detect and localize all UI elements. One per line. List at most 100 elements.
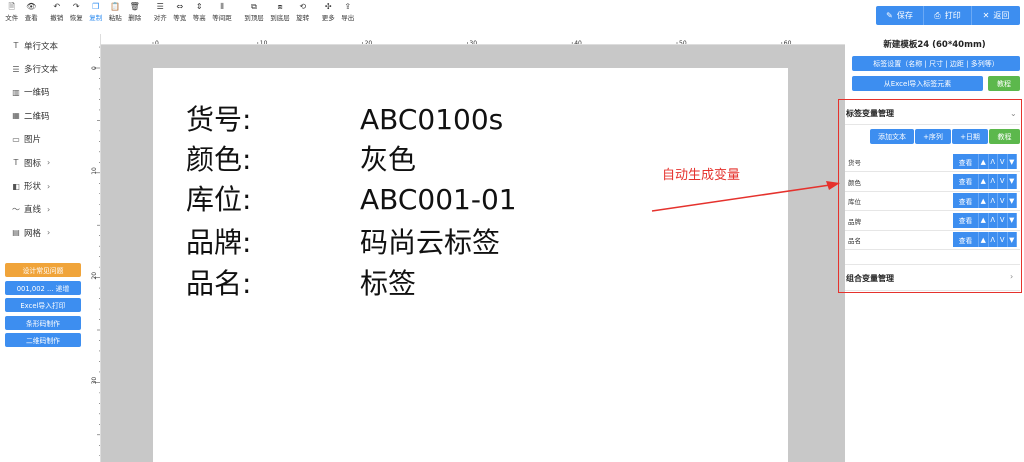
label-row[interactable]: 品牌: 码尚云标签 [186, 226, 500, 259]
toolbar-rotate-button[interactable]: ⟲ 旋转 [293, 0, 313, 28]
sidebar-action-button[interactable]: 二维码制作 [5, 333, 81, 347]
sidebar-item-image[interactable]: ▭ 图片 [0, 128, 88, 151]
label-row[interactable]: 品名: 标签 [186, 267, 416, 300]
toolbar-paste-button[interactable]: 📋 粘贴 [106, 0, 126, 28]
undo-icon: ↶ [53, 2, 61, 11]
move-up-icon[interactable]: Λ [988, 193, 998, 208]
copy-icon: ❐ [92, 2, 100, 11]
grid-icon: ▤ [12, 228, 20, 238]
view-variable-button[interactable]: 查看 [953, 173, 979, 189]
move-up-icon[interactable]: Λ [988, 154, 998, 169]
move-bottom-icon[interactable]: ▼ [1007, 212, 1017, 228]
move-down-icon[interactable]: V [998, 173, 1008, 189]
move-top-icon[interactable]: ▲ [979, 173, 989, 189]
sidebar-item-glyph[interactable]: T 图标 › [0, 151, 88, 174]
label-key[interactable]: 品名: [186, 267, 251, 300]
eye-icon: 👁 [26, 2, 37, 11]
chevron-down-icon[interactable]: ⌄ [1010, 109, 1017, 118]
save-button[interactable]: ✎ 保存 [876, 6, 924, 25]
equal-width-icon: ⇔ [176, 2, 184, 11]
label-settings-button[interactable]: 标签设置（名称 | 尺寸 | 边距 | 多列等） [852, 56, 1020, 71]
sidebar-action-button[interactable]: 条形码制作 [5, 315, 81, 330]
toolbar-eye-button[interactable]: 👁 查看 [22, 0, 42, 28]
view-variable-button[interactable]: 查看 [953, 193, 979, 208]
sidebar-item-text[interactable]: T 单行文本 [0, 34, 88, 57]
toolbar-copy-button[interactable]: ❐ 复制 [86, 0, 106, 28]
sidebar-item-multiline-text[interactable]: ☰ 多行文本 [0, 57, 88, 80]
move-top-icon[interactable]: ▲ [979, 232, 989, 247]
toolbar-equal-height-button[interactable]: ⇕ 等高 [190, 0, 210, 28]
image-icon: ▭ [12, 134, 20, 144]
label-value[interactable]: 标签 [360, 268, 416, 300]
sidebar-action-button[interactable]: 001,002 ... 递增 [5, 280, 81, 295]
tutorial-button[interactable]: 教程 [988, 76, 1020, 91]
move-bottom-icon[interactable]: ▼ [1007, 154, 1017, 169]
label-row[interactable]: 货号: ABC0100s [186, 103, 503, 136]
toolbar-label: 查看 [24, 14, 38, 22]
variable-actions: 查看 ▲ Λ V ▼ [953, 173, 1017, 189]
view-variable-button[interactable]: 查看 [953, 232, 979, 247]
move-down-icon[interactable]: V [998, 232, 1008, 247]
label-key[interactable]: 品牌: [186, 226, 251, 259]
add-text-button[interactable]: 添加文本 [870, 129, 914, 144]
toolbar-export-button[interactable]: ⇪ 导出 [338, 0, 358, 28]
multiline-text-icon: ☰ [12, 64, 20, 74]
import-excel-button[interactable]: 从Excel导入标签元素 [852, 76, 983, 91]
toolbar-send-back-button[interactable]: ⧈ 到底层 [267, 0, 293, 28]
var-tutorial-button[interactable]: 教程 [989, 129, 1020, 144]
sidebar-item-barcode[interactable]: ▥ 一维码 [0, 81, 88, 104]
toolbar-more-button[interactable]: ✣ 更多 [319, 0, 339, 28]
sidebar-item-label: 二维码 [24, 111, 50, 122]
move-down-icon[interactable]: V [998, 212, 1008, 228]
sidebar-item-shape[interactable]: ◧ 形状 › [0, 174, 88, 197]
label-value[interactable]: 码尚云标签 [360, 227, 500, 259]
move-bottom-icon[interactable]: ▼ [1007, 173, 1017, 189]
toolbar-equal-width-button[interactable]: ⇔ 等宽 [170, 0, 190, 28]
variable-name: 颜色 [848, 178, 861, 187]
back-button[interactable]: ✕ 返回 [972, 6, 1020, 25]
view-variable-button[interactable]: 查看 [953, 154, 979, 169]
toolbar-equal-spacing-button[interactable]: ⫴ 等间距 [209, 0, 235, 28]
move-bottom-icon[interactable]: ▼ [1007, 232, 1017, 247]
move-top-icon[interactable]: ▲ [979, 154, 989, 169]
toolbar-file-button[interactable]: 🗎 文件 [2, 0, 22, 28]
print-button[interactable]: ⎙ 打印 [924, 6, 972, 25]
move-down-icon[interactable]: V [998, 154, 1008, 169]
more-icon: ✣ [324, 2, 332, 11]
sidebar-item-qrcode[interactable]: ▦ 二维码 [0, 104, 88, 127]
toolbar-trash-button[interactable]: 🗑 删除 [125, 0, 145, 28]
sidebar-item-line[interactable]: 〜直线 › [0, 198, 88, 221]
move-bottom-icon[interactable]: ▼ [1007, 193, 1017, 208]
sidebar-action-button[interactable]: Excel导入打印 [5, 298, 81, 312]
combo-section-title[interactable]: 组合变量管理 [846, 273, 894, 284]
move-down-icon[interactable]: V [998, 193, 1008, 208]
label-value[interactable]: ABC0100s [360, 104, 503, 136]
label-key[interactable]: 库位: [186, 183, 251, 216]
ruler-number: 30 [91, 377, 98, 385]
variable-section-title[interactable]: 标签变量管理 [846, 108, 894, 119]
toolbar-redo-button[interactable]: ↷ 恢复 [67, 0, 87, 28]
chevron-right-icon: › [47, 181, 51, 191]
move-top-icon[interactable]: ▲ [979, 193, 989, 208]
chevron-right-icon[interactable]: › [1010, 272, 1013, 281]
move-top-icon[interactable]: ▲ [979, 212, 989, 228]
view-variable-button[interactable]: 查看 [953, 212, 979, 228]
redo-icon: ↷ [72, 2, 80, 11]
move-up-icon[interactable]: Λ [988, 232, 998, 247]
label-row[interactable]: 库位: ABC001-01 [186, 183, 517, 216]
toolbar-label: 复制 [89, 14, 103, 22]
sidebar-item-grid[interactable]: ▤ 网格 › [0, 221, 88, 244]
toolbar-undo-button[interactable]: ↶ 撤销 [47, 0, 67, 28]
move-up-icon[interactable]: Λ [988, 173, 998, 189]
label-value[interactable]: ABC001-01 [360, 184, 517, 216]
label-key[interactable]: 颜色: [186, 143, 251, 176]
label-value[interactable]: 灰色 [360, 144, 416, 176]
add-date-button[interactable]: +日期 [952, 129, 988, 144]
sidebar-action-button[interactable]: 设计常见问题 [5, 263, 81, 277]
toolbar-align-button[interactable]: ☰ 对齐 [151, 0, 171, 28]
label-row[interactable]: 颜色: 灰色 [186, 143, 416, 176]
add-sequence-button[interactable]: +序列 [915, 129, 951, 144]
label-key[interactable]: 货号: [186, 103, 251, 136]
move-up-icon[interactable]: Λ [988, 212, 998, 228]
toolbar-bring-front-button[interactable]: ⧉ 到顶层 [241, 0, 267, 28]
